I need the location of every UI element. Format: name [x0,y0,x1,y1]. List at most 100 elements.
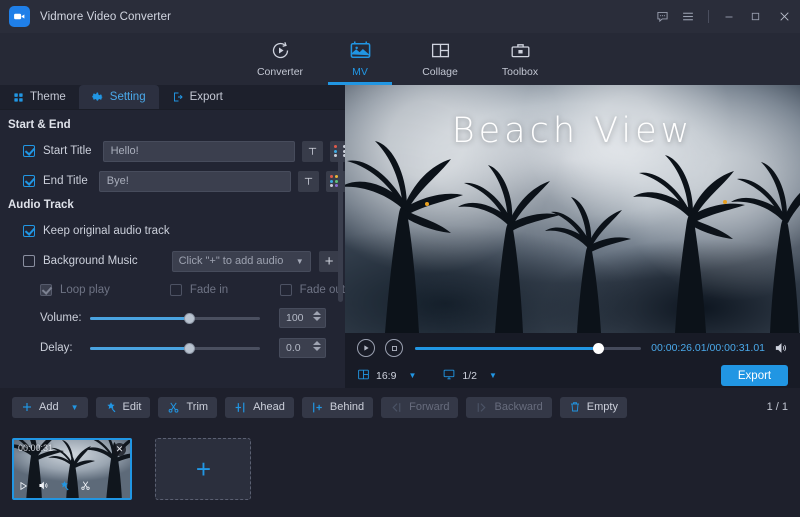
settings-body: Start & End Start Title Hello! [0,110,345,388]
fade-out-checkbox[interactable] [280,284,292,296]
volume-slider[interactable] [90,317,260,320]
stepper-arrows-icon[interactable] [313,311,321,321]
page-indicator: 1 / 1 [767,401,788,413]
clip-thumbnail[interactable]: 00:00:31 ✕ [12,438,132,500]
start-title-input[interactable]: Hello! [103,141,295,162]
background-music-checkbox[interactable] [23,255,35,267]
menu-icon[interactable] [675,0,701,33]
play-icon[interactable] [357,339,375,357]
nav-item-toolbox[interactable]: Toolbox [480,33,560,85]
tab-setting[interactable]: Setting [79,85,159,109]
end-title-checkbox[interactable] [23,175,35,187]
keep-original-audio-checkbox[interactable] [23,225,35,237]
edit-star-icon[interactable] [59,478,70,496]
play-icon[interactable] [18,478,28,496]
seek-bar[interactable] [415,347,641,350]
settings-panel: Theme Setting Export St [0,85,345,388]
app-title: Vidmore Video Converter [40,11,171,23]
export-icon [172,91,184,103]
audio-select-value: Click "+" to add audio [179,255,284,267]
add-audio-button[interactable]: + [319,251,340,272]
aspect-ratio-value: 16:9 [376,370,396,382]
chevron-down-icon[interactable]: ▼ [489,371,497,380]
storyboard: 00:00:31 ✕ [0,426,800,517]
keep-original-audio-label: Keep original audio track [43,225,170,237]
gear-icon [92,91,104,103]
fade-in-checkbox[interactable] [170,284,182,296]
maximize-icon[interactable] [742,0,768,33]
feedback-icon[interactable] [649,0,675,33]
ahead-button[interactable]: Ahead [225,397,294,418]
video-title-overlay: Beach View [345,111,800,151]
settings-scrollbar[interactable] [338,142,343,302]
chevron-down-icon: ▼ [296,257,304,266]
nav-label-mv: MV [352,66,368,78]
seek-bar-knob[interactable] [593,343,604,354]
delay-stepper[interactable]: 0.0 [279,338,326,358]
minimize-icon[interactable] [716,0,742,33]
tab-theme[interactable]: Theme [0,85,79,109]
start-title-checkbox[interactable] [23,145,35,157]
delay-slider[interactable] [90,347,260,350]
row-end-title: End Title Bye! [0,169,345,193]
clip-duration: 00:00:31 [18,443,53,453]
tab-export[interactable]: Export [159,85,236,109]
edit-button[interactable]: Edit [96,397,151,418]
zoom-control[interactable]: 1/2 ▼ [442,368,497,384]
delay-slider-knob[interactable] [184,343,195,354]
audio-select[interactable]: Click "+" to add audio ▼ [172,251,311,272]
divider [708,10,709,23]
row-keep-original-audio: Keep original audio track [0,219,345,243]
text-format-icon[interactable] [302,141,323,162]
scissors-icon [167,401,180,414]
text-format-icon[interactable] [298,171,319,192]
scissors-icon[interactable] [80,478,91,496]
mv-icon [349,37,372,63]
export-button[interactable]: Export [721,365,788,386]
loop-play-label: Loop play [60,284,110,296]
converter-icon [270,37,291,63]
delay-value: 0.0 [286,342,301,354]
volume-slider-knob[interactable] [184,313,195,324]
loop-play-checkbox[interactable] [40,284,52,296]
background-music-label: Background Music [43,255,138,267]
aspect-ratio-control[interactable]: 16:9 ▼ [357,368,416,384]
volume-icon[interactable] [38,478,49,496]
volume-stepper[interactable]: 100 [279,308,326,328]
video-canvas[interactable]: Beach View [345,85,800,333]
grid-icon [13,92,24,103]
behind-button[interactable]: Behind [302,397,373,418]
monitor-icon [442,368,456,384]
aspect-ratio-icon [357,368,370,384]
trim-button[interactable]: Trim [158,397,217,418]
nav-item-collage[interactable]: Collage [400,33,480,85]
speaker-icon[interactable] [774,341,788,355]
clip-action-bar [18,478,91,496]
nav-item-converter[interactable]: Converter [240,33,320,85]
add-button-label: Add [39,401,59,413]
end-title-input[interactable]: Bye! [99,171,291,192]
add-clip-button[interactable]: + [155,438,251,500]
row-background-music: Background Music Click "+" to add audio … [0,249,345,273]
toolbox-icon [510,37,531,63]
close-circle-icon[interactable]: ✕ [113,443,126,456]
section-title-start-end: Start & End [0,119,345,131]
forward-button[interactable]: Forward [381,397,458,418]
add-button[interactable]: Add ▼ [12,397,88,418]
chevron-down-icon[interactable]: ▼ [71,403,79,412]
stop-icon[interactable] [385,339,403,357]
close-icon[interactable] [768,0,800,33]
behind-button-label: Behind [330,401,364,413]
chevron-down-icon[interactable]: ▼ [408,371,416,380]
title-bar: Vidmore Video Converter [0,0,800,33]
forward-button-label: Forward [409,401,449,413]
plus-icon [21,401,33,413]
nav-label-toolbox: Toolbox [502,66,538,78]
tab-label-setting: Setting [110,91,146,103]
nav-label-converter: Converter [257,66,303,78]
empty-button[interactable]: Empty [560,397,627,418]
nav-item-mv[interactable]: MV [320,33,400,85]
backward-button[interactable]: Backward [466,397,551,418]
stepper-arrows-icon[interactable] [313,341,321,351]
marker-dot-right [723,200,727,204]
